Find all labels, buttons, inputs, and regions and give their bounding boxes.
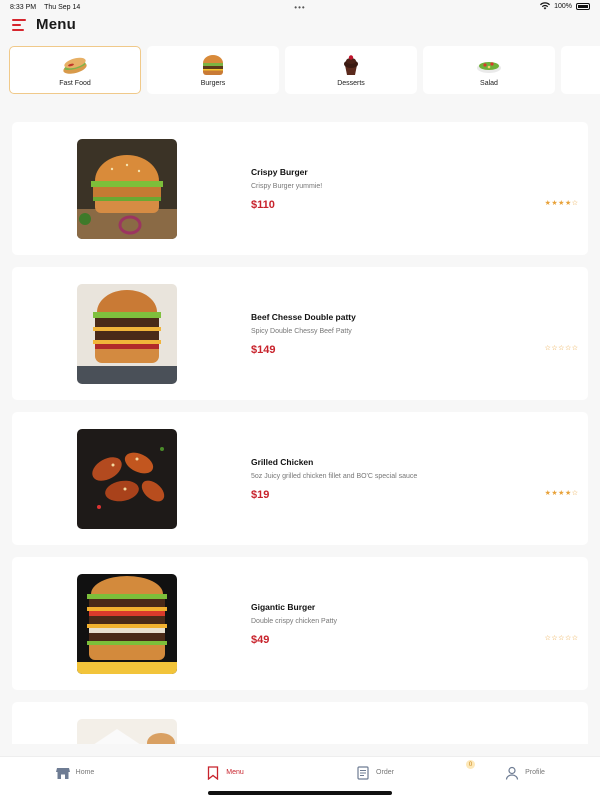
store-icon bbox=[55, 767, 70, 779]
star-filled-icon: ★ bbox=[551, 200, 558, 207]
burger-photo bbox=[77, 139, 177, 239]
tall-burger-photo bbox=[77, 574, 177, 674]
star-empty-icon: ☆ bbox=[544, 345, 551, 352]
nav-menu[interactable]: Menu bbox=[150, 751, 300, 794]
menu-item-list[interactable]: Crispy Burger Crispy Burger yummie! $110… bbox=[12, 122, 588, 744]
bookmark-icon bbox=[208, 765, 219, 780]
menu-item-card[interactable]: Grilled Chicken 5oz Juicy grilled chicke… bbox=[12, 412, 588, 545]
star-filled-icon: ★ bbox=[551, 490, 558, 497]
item-description: Spicy Double Chessy Beef Patty bbox=[251, 328, 352, 335]
star-empty-icon: ☆ bbox=[571, 635, 578, 642]
partial-food-photo bbox=[77, 719, 177, 744]
item-price: $149 bbox=[251, 344, 276, 356]
hamburger-menu-icon[interactable] bbox=[12, 18, 26, 31]
item-name: Beef Chesse Double patty bbox=[251, 312, 356, 322]
star-rating: ★ ★ ★ ★ ☆ bbox=[545, 200, 578, 207]
star-empty-icon: ☆ bbox=[558, 345, 565, 352]
header: Menu bbox=[12, 16, 76, 33]
star-empty-icon: ☆ bbox=[571, 490, 578, 497]
item-description: Double crispy chicken Patty bbox=[251, 618, 337, 625]
item-price: $49 bbox=[251, 634, 270, 646]
sandwich-icon bbox=[63, 57, 87, 74]
nav-home[interactable]: Home bbox=[0, 751, 150, 794]
salad-icon bbox=[477, 61, 501, 73]
category-label: Desserts bbox=[337, 79, 365, 87]
star-filled-icon: ★ bbox=[558, 490, 565, 497]
status-time: 8:33 PM bbox=[10, 3, 37, 11]
star-rating: ☆ ☆ ☆ ☆ ☆ bbox=[545, 345, 578, 352]
category-label: Burgers bbox=[200, 79, 226, 87]
star-filled-icon: ★ bbox=[544, 200, 551, 207]
menu-item-card[interactable]: Crispy Burger Crispy Burger yummie! $110… bbox=[12, 122, 588, 255]
category-label: Fast Food bbox=[59, 79, 91, 87]
chicken-wings-photo bbox=[77, 429, 177, 529]
wifi-icon bbox=[540, 2, 551, 10]
nav-label: Home bbox=[75, 769, 95, 776]
order-count-badge: 0 bbox=[466, 760, 475, 769]
item-name: Crispy Burger bbox=[251, 167, 308, 177]
star-empty-icon: ☆ bbox=[544, 635, 551, 642]
star-filled-icon: ★ bbox=[564, 490, 572, 497]
status-bar: 8:33 PM Thu Sep 14 ••• 100% bbox=[0, 0, 600, 14]
star-empty-icon: ☆ bbox=[571, 345, 578, 352]
item-name: Gigantic Burger bbox=[251, 602, 316, 612]
nav-label: Profile bbox=[525, 769, 545, 776]
menu-item-card[interactable] bbox=[12, 702, 588, 744]
star-rating: ★ ★ ★ ★ ☆ bbox=[545, 490, 578, 497]
item-name: Grilled Chicken bbox=[251, 457, 314, 467]
category-bar: Fast Food Burgers Desserts Salad bbox=[9, 46, 600, 94]
star-filled-icon: ★ bbox=[544, 490, 551, 497]
item-description: 5oz Juicy grilled chicken fillet and BO'… bbox=[251, 473, 418, 480]
category-label: Salad bbox=[480, 79, 498, 87]
item-price: $19 bbox=[251, 489, 270, 501]
star-empty-icon: ☆ bbox=[558, 635, 565, 642]
star-empty-icon: ☆ bbox=[551, 345, 558, 352]
category-salad[interactable]: Salad bbox=[423, 46, 555, 94]
bottom-navigation: Home Menu Order Profile 0 bbox=[0, 756, 600, 800]
category-burgers[interactable]: Burgers bbox=[147, 46, 279, 94]
status-date: Thu Sep 14 bbox=[44, 3, 81, 11]
multitask-dots[interactable]: ••• bbox=[294, 3, 305, 12]
star-empty-icon: ☆ bbox=[571, 200, 578, 207]
page-title: Menu bbox=[36, 16, 76, 33]
receipt-icon bbox=[357, 765, 369, 780]
home-indicator[interactable] bbox=[208, 791, 392, 795]
star-filled-icon: ★ bbox=[558, 200, 565, 207]
category-more[interactable] bbox=[561, 46, 600, 94]
star-rating: ☆ ☆ ☆ ☆ ☆ bbox=[545, 635, 578, 642]
star-empty-icon: ☆ bbox=[564, 635, 572, 642]
burger-icon bbox=[203, 54, 223, 75]
cupcake-icon bbox=[344, 54, 358, 75]
user-icon bbox=[505, 766, 519, 780]
category-fast-food[interactable]: Fast Food bbox=[9, 46, 141, 94]
menu-item-card[interactable]: Beef Chesse Double patty Spicy Double Ch… bbox=[12, 267, 588, 400]
double-burger-photo bbox=[77, 284, 177, 384]
star-empty-icon: ☆ bbox=[564, 345, 572, 352]
star-filled-icon: ★ bbox=[564, 200, 572, 207]
nav-profile[interactable]: Profile bbox=[450, 751, 600, 794]
item-description: Crispy Burger yummie! bbox=[251, 183, 323, 190]
star-empty-icon: ☆ bbox=[551, 635, 558, 642]
nav-order[interactable]: Order bbox=[300, 751, 450, 794]
battery-icon bbox=[576, 2, 590, 10]
nav-label: Order bbox=[376, 769, 394, 776]
battery-percent: 100% bbox=[554, 2, 572, 10]
menu-item-card[interactable]: Gigantic Burger Double crispy chicken Pa… bbox=[12, 557, 588, 690]
category-desserts[interactable]: Desserts bbox=[285, 46, 417, 94]
item-price: $110 bbox=[251, 199, 275, 211]
nav-label: Menu bbox=[226, 769, 244, 776]
